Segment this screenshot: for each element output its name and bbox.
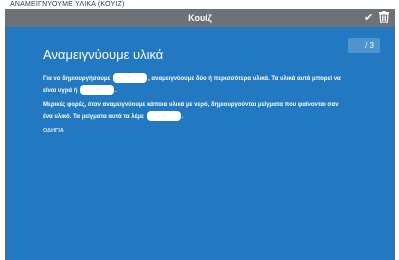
header-title: Κουίζ [188, 13, 212, 23]
trash-icon[interactable] [379, 11, 389, 27]
para1-text-4: . [115, 88, 117, 94]
check-icon[interactable]: ✔ [364, 10, 373, 26]
para2-text-2: ένα υλικό. Τα μείγματα αυτά τα λέμε [43, 114, 144, 120]
quiz-panel: / 3 Αναμειγνύουμε υλικά Για να δημιουργή… [6, 27, 394, 260]
quiz-window: Κουίζ ✔ / 3 Αναμειγνύουμε υλικά Για να δ… [5, 9, 395, 260]
para1-text-3: είναι υγρά ή [43, 88, 78, 94]
para1-text-1: Για να δημιουργήσουμε [43, 76, 111, 82]
para1-text-2: , αναμειγνύουμε δύο ή περισσότερα υλικά.… [148, 76, 341, 82]
header-bar: Κουίζ ✔ [5, 9, 395, 27]
para2-text-1: Μερικές φορές, όταν αναμειγνύουμε κάποια… [43, 102, 339, 108]
quiz-title: Αναμειγνύουμε υλικά [43, 47, 164, 62]
blank-3-input[interactable]: - [146, 111, 181, 122]
para2-text-3: . [181, 114, 184, 120]
blank-2-input[interactable]: - [80, 85, 115, 96]
question-counter: / 3 [348, 38, 380, 53]
question-paragraph-2: Μερικές φορές, όταν αναμειγνύουμε κάποια… [43, 99, 383, 123]
window-title: ΑΝΑΜΕΙΓΝΥΟΥΜΕ ΥΛΙΚΑ (ΚΟΥΙΖ) [10, 1, 125, 8]
blank-1-input[interactable]: - [113, 73, 148, 84]
hint-link[interactable]: ΟΔΗΓΙΑ [43, 128, 64, 134]
question-paragraph-1: Για να δημιουργήσουμε -, αναμειγνύουμε δ… [43, 73, 383, 97]
